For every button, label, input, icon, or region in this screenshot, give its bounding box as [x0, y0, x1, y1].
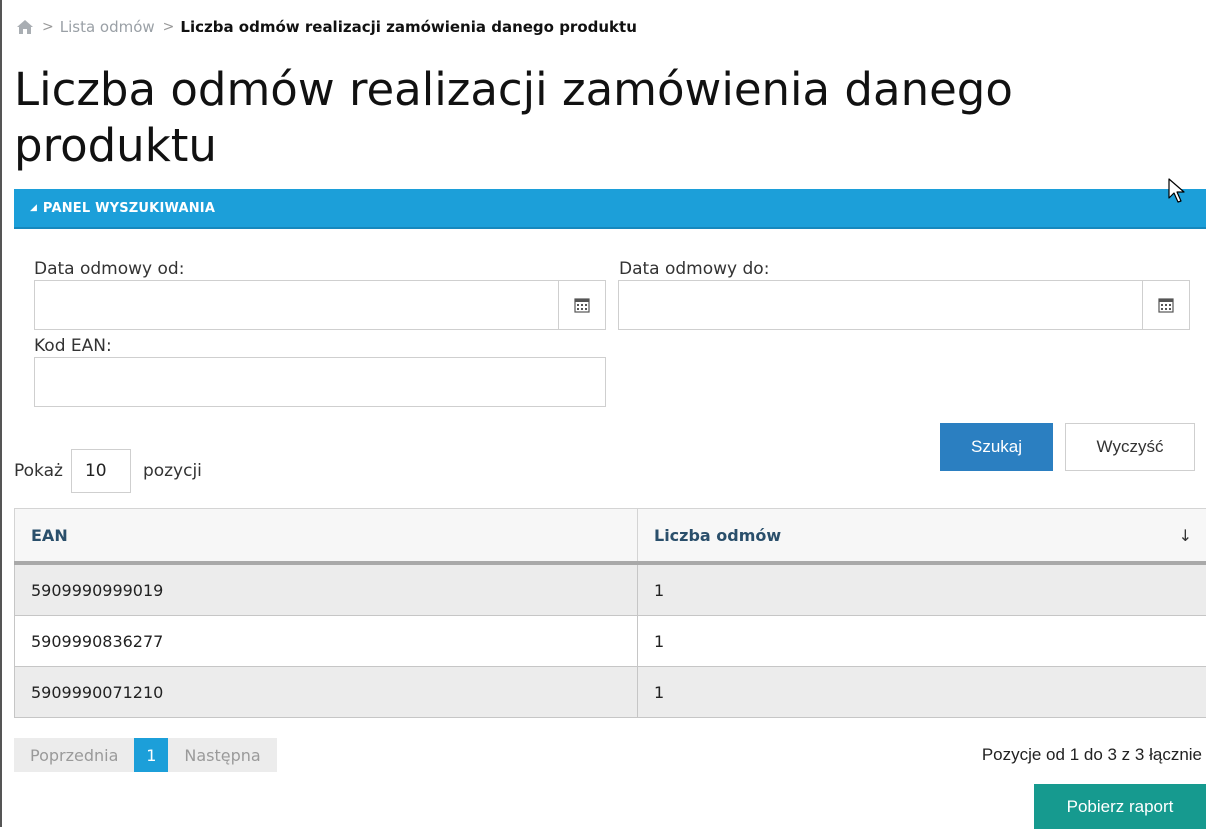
column-header-ean[interactable]: EAN — [15, 509, 638, 564]
search-panel-header[interactable]: ◢ PANEL WYSZUKIWANIA — [14, 189, 1206, 229]
cell-count: 1 — [638, 667, 1206, 718]
table-row: 5909990999019 1 — [15, 563, 1206, 616]
calendar-button[interactable] — [1142, 281, 1189, 329]
mouse-cursor-icon — [1168, 178, 1186, 204]
page-title: Liczba odmów realizacji zamówienia daneg… — [14, 62, 1114, 174]
table-header-row: EAN Liczba odmów ↓ — [15, 509, 1206, 564]
results-table: EAN Liczba odmów ↓ 5909990999019 1 59099… — [14, 508, 1206, 718]
column-header-label: Liczba odmów — [654, 526, 781, 545]
ean-input[interactable] — [34, 357, 606, 407]
sort-descending-icon: ↓ — [1179, 526, 1192, 545]
triangle-icon: ◢ — [30, 203, 37, 213]
search-panel-title: PANEL WYSZUKIWANIA — [43, 201, 215, 216]
page-length-suffix: pozycji — [143, 461, 202, 481]
cell-ean: 5909990071210 — [15, 667, 638, 718]
table-info: Pozycje od 1 do 3 z 3 łącznie — [982, 745, 1202, 765]
cell-count: 1 — [638, 563, 1206, 616]
download-report-button[interactable]: Pobierz raport — [1034, 784, 1206, 829]
date-to-input[interactable] — [618, 280, 1190, 330]
breadcrumb-separator: > — [163, 19, 175, 35]
calendar-button[interactable] — [558, 281, 605, 329]
page-length-prefix: Pokaż — [14, 461, 63, 481]
page-length-control: Pokaż 10 pozycji — [14, 449, 202, 493]
column-header-liczba-odmow[interactable]: Liczba odmów ↓ — [638, 509, 1206, 564]
breadcrumb-link-lista-odmow[interactable]: Lista odmów — [60, 18, 155, 36]
table-row: 5909990071210 1 — [15, 667, 1206, 718]
search-button[interactable]: Szukaj — [940, 423, 1053, 471]
home-icon[interactable] — [16, 19, 34, 35]
ean-label: Kod EAN: — [34, 336, 112, 356]
breadcrumb-current: Liczba odmów realizacji zamówienia daneg… — [180, 18, 636, 36]
date-to-label: Data odmowy do: — [619, 259, 769, 279]
calendar-icon — [1158, 297, 1174, 313]
pagination: Poprzednia 1 Następna — [14, 738, 277, 772]
cell-ean: 5909990999019 — [15, 563, 638, 616]
date-from-label: Data odmowy od: — [34, 259, 184, 279]
breadcrumb-separator: > — [42, 19, 54, 35]
pagination-next[interactable]: Następna — [168, 738, 276, 772]
clear-button[interactable]: Wyczyść — [1065, 423, 1195, 471]
column-header-label: EAN — [31, 526, 68, 545]
window-edge — [0, 0, 2, 827]
page-length-input[interactable]: 10 — [71, 449, 131, 493]
cell-ean: 5909990836277 — [15, 616, 638, 667]
calendar-icon — [574, 297, 590, 313]
cell-count: 1 — [638, 616, 1206, 667]
date-from-input[interactable] — [34, 280, 606, 330]
pagination-page-1[interactable]: 1 — [134, 738, 168, 772]
pagination-previous[interactable]: Poprzednia — [14, 738, 134, 772]
table-row: 5909990836277 1 — [15, 616, 1206, 667]
breadcrumb: > Lista odmów > Liczba odmów realizacji … — [16, 16, 637, 38]
